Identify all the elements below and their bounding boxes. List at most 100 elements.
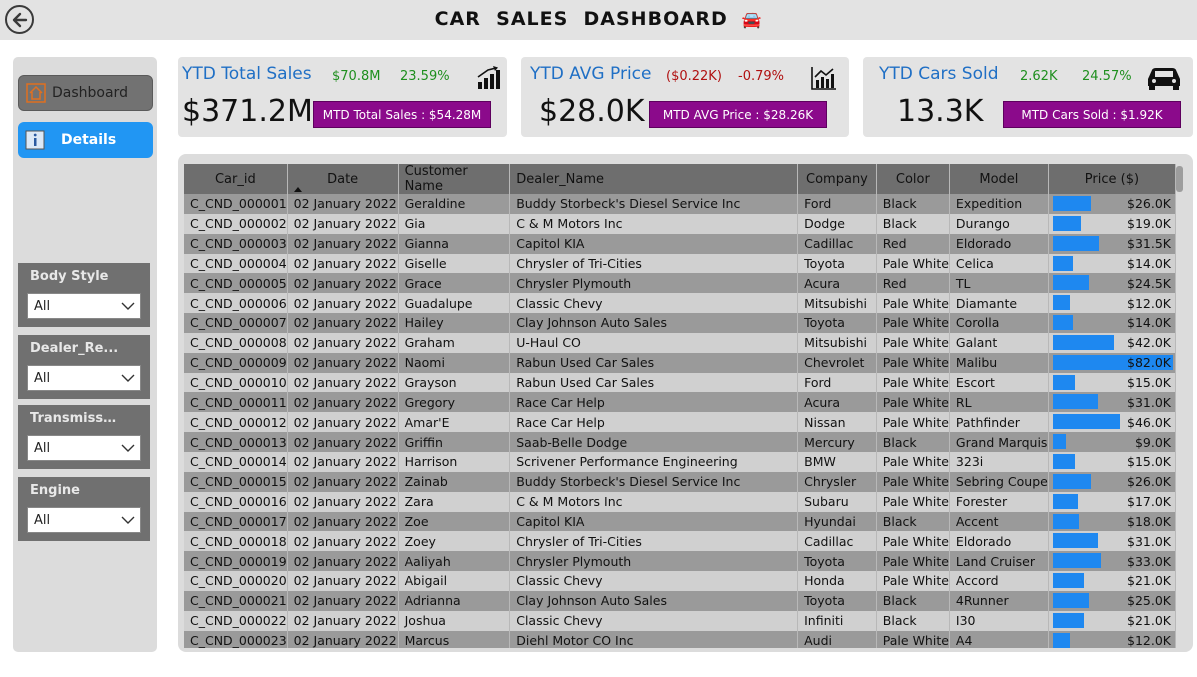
cell-model: Expedition [949,194,1049,214]
cell-car-id: C_CND_000013 [184,432,288,452]
nav-dashboard-button[interactable]: Dashboard [18,75,153,111]
table-row[interactable]: C_CND_000013 02 January 2022 Griffin Saab-B… [184,432,1176,452]
cell-price: $18.0K [1048,511,1176,532]
kpi-title: YTD Cars Sold [879,64,999,84]
kpi-mtd-badge: MTD Total Sales : $54.28M [313,101,491,128]
cell-price: $21.0K [1048,571,1176,591]
engine-dropdown[interactable]: All [27,507,141,533]
column-header-price[interactable]: Price ($) [1048,164,1176,194]
cell-date: 02 January 2022 [287,551,399,572]
cell-customer-name: Abigail [398,571,511,591]
kpi-value: 13.3K [897,94,984,129]
cell-dealer-name: C & M Motors Inc [509,213,799,234]
table-row[interactable]: C_CND_000023 02 January 2022 Marcus Diehl M… [184,630,1176,648]
cell-dealer-name: C & M Motors Inc [509,491,799,512]
table-row[interactable]: C_CND_000020 02 January 2022 Abigail Classi… [184,571,1176,591]
filter-label: Dealer_Re... [30,341,119,356]
price-value: $12.0K [1127,295,1171,311]
table-row[interactable]: C_CND_000012 02 January 2022 Amar'E Race Ca… [184,412,1176,433]
column-header-customer-name[interactable]: Customer Name [398,164,511,194]
cell-car-id: C_CND_000011 [184,392,288,413]
cell-date: 02 January 2022 [287,491,399,512]
column-header-color[interactable]: Color [876,164,950,194]
cell-customer-name: Marcus [398,630,511,648]
table-row[interactable]: C_CND_000021 02 January 2022 Adrianna Clay … [184,590,1176,611]
column-header-company[interactable]: Company [797,164,877,194]
price-value: $12.0K [1127,632,1171,648]
cell-color: Pale White [876,531,950,552]
table-row[interactable]: C_CND_000009 02 January 2022 Naomi Rabun Us… [184,352,1176,373]
nav-details-button[interactable]: Details [18,122,153,158]
table-row[interactable]: C_CND_000001 02 January 2022 Geraldine Budd… [184,194,1176,214]
cell-dealer-name: Rabun Used Car Sales [509,372,799,393]
cell-car-id: C_CND_000001 [184,194,288,214]
details-table-scroll[interactable]: Car_id Date Customer Name Dealer_Name Co… [184,164,1176,648]
chevron-down-icon [121,444,135,452]
filter-label: Body Style [30,269,109,284]
cell-color: Pale White [876,352,950,373]
cell-car-id: C_CND_000022 [184,610,288,631]
table-scrollbar[interactable] [1176,166,1183,192]
price-value: $31.0K [1127,533,1171,549]
cell-date: 02 January 2022 [287,233,399,254]
cell-dealer-name: Chrysler of Tri-Cities [509,253,799,274]
cell-model: Grand Marquis [949,432,1049,452]
cell-car-id: C_CND_000002 [184,213,288,234]
table-row[interactable]: C_CND_000003 02 January 2022 Gianna Capitol… [184,233,1176,254]
table-row[interactable]: C_CND_000019 02 January 2022 Aaliyah Chrysl… [184,551,1176,572]
table-row[interactable]: C_CND_000002 02 January 2022 Gia C & M Moto… [184,213,1176,234]
table-row[interactable]: C_CND_000015 02 January 2022 Zainab Buddy S… [184,471,1176,492]
table-row[interactable]: C_CND_000010 02 January 2022 Grayson Rabun … [184,372,1176,393]
cell-dealer-name: Capitol KIA [509,233,799,254]
column-header-car-id[interactable]: Car_id [184,164,288,194]
cell-car-id: C_CND_000018 [184,531,288,552]
cell-car-id: C_CND_000015 [184,471,288,492]
cell-customer-name: Zara [398,491,511,512]
cell-customer-name: Joshua [398,610,511,631]
price-value: $46.0K [1127,414,1171,430]
cell-car-id: C_CND_000008 [184,332,288,353]
table-row[interactable]: C_CND_000011 02 January 2022 Gregory Race C… [184,392,1176,413]
cell-car-id: C_CND_000012 [184,412,288,433]
transmission-dropdown[interactable]: All [27,435,141,461]
column-header-date[interactable]: Date [287,164,399,194]
dealer-region-dropdown[interactable]: All [27,365,141,391]
column-header-dealer-name[interactable]: Dealer_Name [509,164,799,194]
cell-color: Black [876,590,950,611]
table-row[interactable]: C_CND_000005 02 January 2022 Grace Chrysler… [184,273,1176,294]
cell-dealer-name: Clay Johnson Auto Sales [509,590,799,611]
cell-price: $26.0K [1048,194,1176,214]
cell-color: Pale White [876,551,950,572]
table-row[interactable]: C_CND_000016 02 January 2022 Zara C & M Mot… [184,491,1176,512]
cell-company: Toyota [797,253,877,274]
table-row[interactable]: C_CND_000006 02 January 2022 Guadalupe Clas… [184,293,1176,314]
cell-model: TL [949,273,1049,294]
cell-price: $15.0K [1048,372,1176,393]
table-row[interactable]: C_CND_000017 02 January 2022 Zoe Capitol KI… [184,511,1176,532]
cell-dealer-name: Classic Chevy [509,293,799,314]
table-row[interactable]: C_CND_000022 02 January 2022 Joshua Classic… [184,610,1176,631]
cell-model: Galant [949,332,1049,353]
table-row[interactable]: C_CND_000018 02 January 2022 Zoey Chrysler … [184,531,1176,552]
body-style-dropdown[interactable]: All [27,293,141,319]
cell-model: I30 [949,610,1049,631]
cell-company: Subaru [797,491,877,512]
table-row[interactable]: C_CND_000004 02 January 2022 Giselle Chrysl… [184,253,1176,274]
table-row[interactable]: C_CND_000008 02 January 2022 Graham U-Haul … [184,332,1176,353]
price-value: $26.0K [1127,196,1171,212]
cell-car-id: C_CND_000006 [184,293,288,314]
price-value: $33.0K [1127,553,1171,569]
cell-dealer-name: Clay Johnson Auto Sales [509,313,799,333]
car-icon [1148,68,1180,90]
cell-date: 02 January 2022 [287,511,399,532]
cell-color: Black [876,432,950,452]
cell-model: 323i [949,451,1049,472]
cell-model: A4 [949,630,1049,648]
cell-model: Eldorado [949,531,1049,552]
cell-price: $21.0K [1048,610,1176,631]
column-header-model[interactable]: Model [949,164,1049,194]
cell-company: Chrysler [797,471,877,492]
table-row[interactable]: C_CND_000007 02 January 2022 Hailey Clay Jo… [184,313,1176,333]
table-row[interactable]: C_CND_000014 02 January 2022 Harrison Scriv… [184,451,1176,472]
cell-customer-name: Grace [398,273,511,294]
